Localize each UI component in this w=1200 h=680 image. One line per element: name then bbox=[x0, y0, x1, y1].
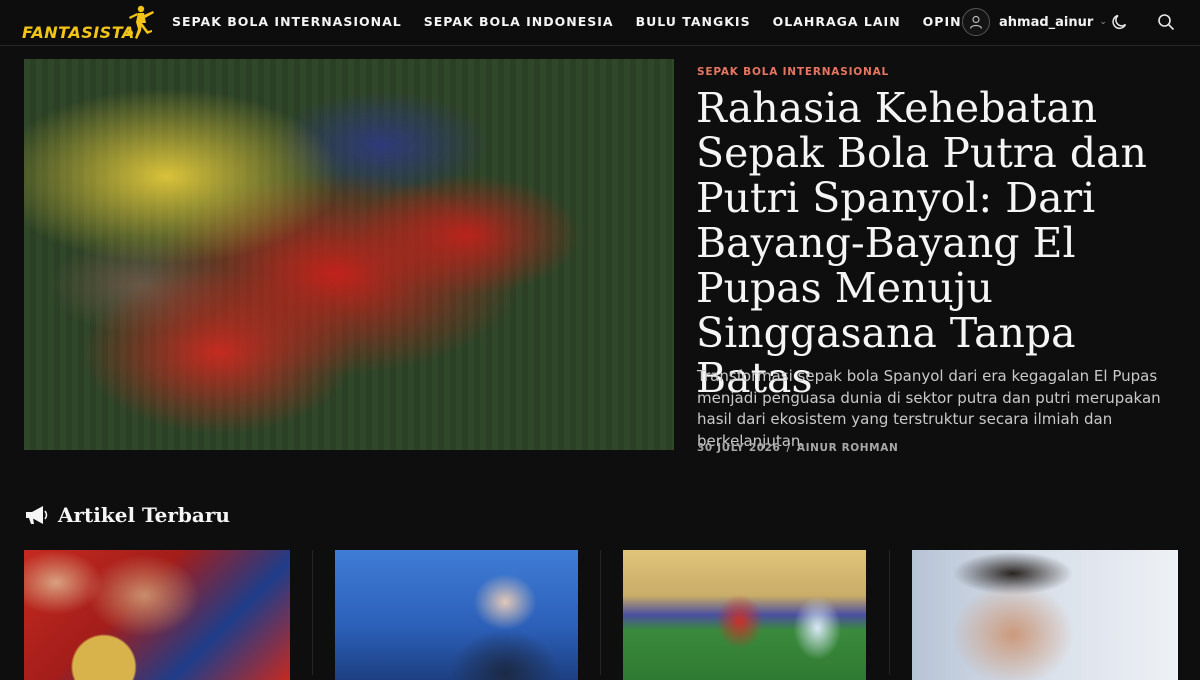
hero-image[interactable] bbox=[24, 59, 674, 450]
divider bbox=[312, 550, 313, 675]
article-card-image[interactable] bbox=[912, 550, 1178, 680]
chevron-down-icon: ⌄ bbox=[1099, 17, 1107, 27]
logo-player-icon bbox=[127, 5, 154, 39]
moon-icon[interactable] bbox=[1109, 11, 1131, 33]
latest-articles-heading: Artikel Terbaru bbox=[24, 503, 230, 527]
hero-meta: 30 JULY 2026 / AINUR ROHMAN bbox=[697, 442, 898, 454]
section-title: Artikel Terbaru bbox=[58, 503, 230, 527]
divider bbox=[600, 550, 601, 675]
nav-olahraga-lain[interactable]: OLAHRAGA LAIN bbox=[773, 14, 901, 29]
nav-opini[interactable]: OPINI bbox=[923, 14, 968, 29]
search-icon[interactable] bbox=[1155, 11, 1177, 33]
article-card-image[interactable] bbox=[24, 550, 290, 680]
username: ahmad_ainur bbox=[999, 14, 1094, 30]
hero-excerpt: Transformasi sepak bola Spanyol dari era… bbox=[697, 367, 1161, 450]
article-card-image[interactable] bbox=[335, 550, 578, 680]
hero-title[interactable]: Rahasia Kehebatan Sepak Bola Putra dan P… bbox=[696, 86, 1192, 401]
site-logo[interactable]: FANTASISTA bbox=[20, 3, 160, 43]
article-card-image[interactable] bbox=[623, 550, 866, 680]
main-nav: SEPAK BOLA INTERNASIONAL SEPAK BOLA INDO… bbox=[172, 14, 967, 29]
hero-date: 30 JULY 2026 bbox=[697, 442, 781, 454]
hero-author[interactable]: AINUR ROHMAN bbox=[797, 442, 898, 454]
logo-text: FANTASISTA bbox=[22, 23, 135, 42]
nav-sepak-bola-indonesia[interactable]: SEPAK BOLA INDONESIA bbox=[424, 14, 614, 29]
megaphone-icon bbox=[26, 506, 48, 524]
user-menu[interactable]: ahmad_ainur ⌄ bbox=[962, 8, 1107, 36]
divider bbox=[889, 550, 890, 675]
nav-sepak-bola-internasional[interactable]: SEPAK BOLA INTERNASIONAL bbox=[172, 14, 402, 29]
meta-separator: / bbox=[786, 442, 791, 454]
nav-bulu-tangkis[interactable]: BULU TANGKIS bbox=[636, 14, 751, 29]
user-icon bbox=[962, 8, 990, 36]
top-navbar: FANTASISTA SEPAK BOLA INTERNASIONAL SEPA… bbox=[0, 0, 1200, 46]
hero-category[interactable]: SEPAK BOLA INTERNASIONAL bbox=[697, 66, 889, 78]
